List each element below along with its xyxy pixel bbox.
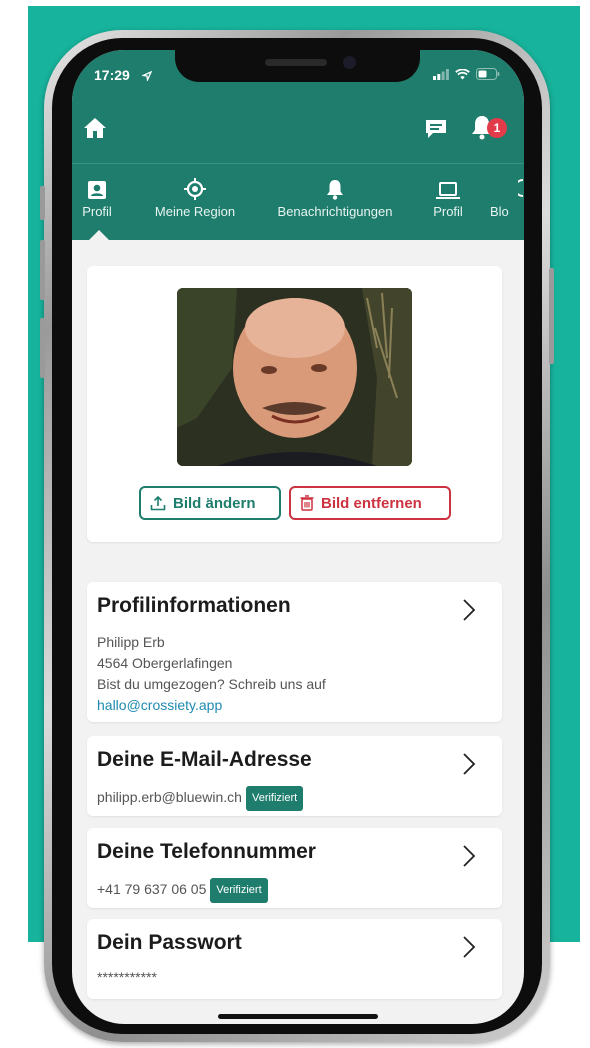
tab-label: Profil	[433, 204, 463, 219]
partial-tab-icon	[518, 179, 524, 197]
tab-benachrichtigungen[interactable]: Benachrichtigungen	[265, 176, 405, 219]
password-row[interactable]: Dein Passwort ***********	[87, 919, 502, 999]
chevron-right-icon	[463, 936, 476, 958]
phone-title: Deine Telefonnummer	[97, 840, 316, 863]
chevron-right-icon	[463, 599, 476, 621]
tab-label: Benachrichtigungen	[277, 204, 393, 219]
tab-blo[interactable]: Blo	[490, 176, 524, 219]
email-verified-badge: Verifiziert	[245, 786, 304, 811]
chat-icon[interactable]	[424, 118, 448, 140]
profile-card-icon	[88, 181, 106, 199]
support-email-link[interactable]: hallo@crossiety.app	[97, 695, 326, 716]
profile-name: Philipp Erb	[97, 634, 165, 650]
profile-info-details: Philipp Erb 4564 Obergerlafingen Bist du…	[97, 632, 326, 716]
phone-value: +41 79 637 06 05	[97, 881, 207, 897]
remove-photo-label: Bild entfernen	[321, 494, 422, 512]
battery-icon	[476, 68, 500, 80]
profile-info-title: Profilinformationen	[97, 594, 291, 617]
trash-icon	[300, 495, 314, 511]
location-target-icon	[184, 178, 206, 200]
change-photo-button[interactable]: Bild ändern	[139, 486, 281, 520]
front-camera	[343, 56, 356, 69]
email-value-line: philipp.erb@bluewin.ch Verifiziert	[97, 786, 304, 811]
home-indicator	[218, 1014, 378, 1019]
profile-photo-illustration	[177, 288, 412, 466]
phone-mute-switch	[40, 186, 45, 220]
laptop-icon	[436, 182, 460, 199]
tab-label: Profil	[82, 204, 112, 219]
status-icons	[433, 68, 500, 80]
tab-profil[interactable]: Profil	[79, 176, 115, 219]
upload-icon	[150, 495, 166, 511]
moved-hint: Bist du umgezogen? Schreib uns auf	[97, 676, 326, 692]
profile-info-row[interactable]: Profilinformationen Philipp Erb 4564 Obe…	[87, 582, 502, 722]
phone-power-button	[549, 268, 554, 364]
remove-photo-button[interactable]: Bild entfernen	[289, 486, 451, 520]
signal-icon	[433, 68, 449, 80]
profile-photo	[177, 288, 412, 466]
password-title: Dein Passwort	[97, 931, 242, 954]
home-icon[interactable]	[82, 116, 108, 140]
speaker-grille	[265, 59, 327, 66]
email-value: philipp.erb@bluewin.ch	[97, 789, 242, 805]
phone-notch	[175, 50, 420, 82]
phone-number-row[interactable]: Deine Telefonnummer +41 79 637 06 05 Veri…	[87, 828, 502, 908]
tab-bar: Profil Meine Region Benachrichtigungen P…	[72, 176, 524, 240]
profile-address: 4564 Obergerlafingen	[97, 655, 233, 671]
tab-meine-region[interactable]: Meine Region	[145, 176, 245, 219]
app-screen: 17:29 1 Profil Meine Region Benachrichti…	[72, 50, 524, 1024]
chevron-right-icon	[463, 845, 476, 867]
phone-volume-up	[40, 240, 45, 300]
notification-count-badge: 1	[487, 118, 507, 138]
active-tab-indicator	[89, 230, 109, 240]
password-masked: ***********	[97, 969, 157, 985]
tab-label: Blo	[490, 204, 509, 219]
bell-icon	[327, 180, 343, 200]
phone-value-line: +41 79 637 06 05 Verifiziert	[97, 878, 268, 903]
tab-label: Meine Region	[154, 204, 236, 219]
email-title: Deine E-Mail-Adresse	[97, 748, 312, 771]
email-row[interactable]: Deine E-Mail-Adresse philipp.erb@bluewin…	[87, 736, 502, 816]
tab-profil-laptop[interactable]: Profil	[426, 176, 470, 219]
wifi-icon	[455, 68, 470, 79]
status-time: 17:29	[94, 67, 130, 83]
phone-verified-badge: Verifiziert	[210, 878, 268, 903]
location-arrow-icon	[142, 71, 152, 81]
change-photo-label: Bild ändern	[173, 494, 256, 512]
header-divider	[72, 163, 524, 164]
phone-volume-down	[40, 318, 45, 378]
profile-photo-card: Bild ändern Bild entfernen	[87, 266, 502, 542]
chevron-right-icon	[463, 753, 476, 775]
